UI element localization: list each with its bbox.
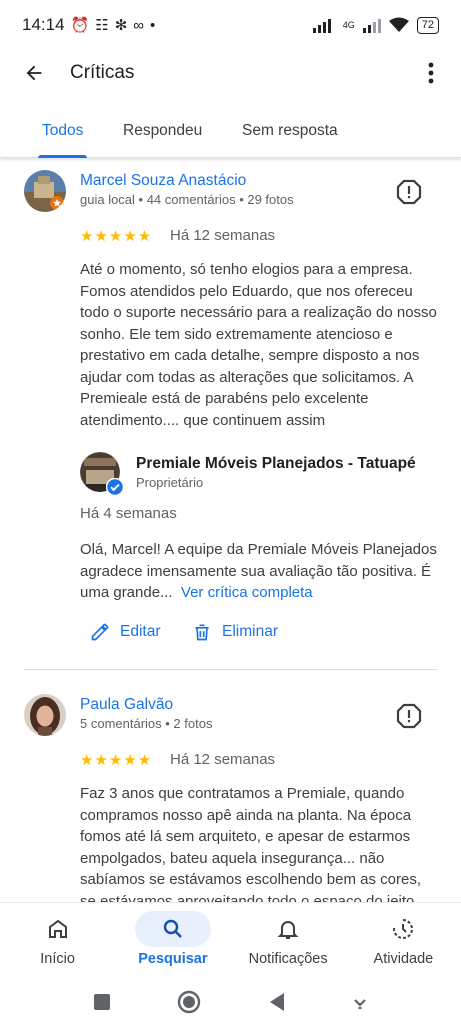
reviewer-name[interactable]: Paula Galvão: [80, 696, 173, 714]
search-icon: [163, 919, 182, 938]
edit-button[interactable]: Editar: [90, 622, 161, 642]
divider: [24, 669, 437, 670]
edit-label: Editar: [120, 623, 161, 640]
battery-icon: 72: [416, 16, 439, 34]
recents-button[interactable]: [93, 993, 111, 1011]
signal-icon-2: [362, 19, 381, 33]
verified-icon: [106, 478, 124, 496]
avatar[interactable]: [24, 170, 66, 212]
signal-icon: [312, 19, 331, 33]
reply-date: Há 4 semanas: [80, 505, 177, 522]
reply-text: Olá, Marcel! A equipe da Premiale Móveis…: [80, 539, 440, 604]
nav-label: Início: [40, 951, 75, 967]
more-vert-icon: [428, 62, 434, 84]
owner-avatar: [80, 452, 124, 496]
dot-icon: •: [149, 16, 156, 34]
reviews-list[interactable]: Marcel Souza Anastácio guia local • 44 c…: [0, 160, 461, 902]
status-bar: 14:14 ⏰ ☷ ✻ ∞ • 4G 72: [0, 0, 461, 50]
bottom-navigation: Início Pesquisar Notificações Atividade: [0, 902, 461, 980]
fan-icon: ✻: [114, 17, 128, 34]
review-text: Até o momento, só tenho elogios para a e…: [80, 261, 437, 429]
review-text: Faz 3 anos que contratamos a Premiale, q…: [80, 785, 422, 902]
tab-sem-resposta[interactable]: Sem resposta: [242, 104, 338, 158]
nav-inicio[interactable]: Início: [0, 903, 115, 980]
avatar-image: [24, 170, 66, 212]
nav-pesquisar[interactable]: Pesquisar: [115, 903, 230, 980]
delete-label: Eliminar: [222, 623, 278, 640]
review-date: Há 12 semanas: [170, 751, 276, 768]
report-button[interactable]: [396, 179, 424, 207]
star-rating: ★★★★★: [80, 752, 153, 769]
read-full-review-link[interactable]: Ver crítica completa: [181, 584, 313, 601]
nav-label: Notificações: [248, 951, 328, 967]
status-right: 4G 72: [312, 16, 439, 34]
app-bar: Críticas: [0, 50, 461, 96]
tab-todos[interactable]: Todos: [37, 104, 88, 158]
status-time: 14:14: [22, 15, 65, 34]
tab-bar: Todos Respondeu Sem resposta: [0, 104, 461, 158]
network-type: 4G: [342, 20, 355, 30]
nav-label: Pesquisar: [138, 951, 208, 967]
home-button[interactable]: [177, 990, 201, 1014]
arrow-back-icon: [26, 65, 42, 81]
reviewer-meta: guia local • 44 comentários • 29 fotos: [80, 192, 294, 207]
report-button[interactable]: [396, 703, 424, 731]
reviewer-name[interactable]: Marcel Souza Anastácio: [80, 172, 246, 190]
activity-icon: [393, 919, 414, 939]
bell-icon: [277, 921, 299, 939]
alarm-icon: ⏰: [70, 17, 90, 34]
reviewer-meta: 5 comentários • 2 fotos: [80, 716, 213, 731]
page-title: Críticas: [70, 62, 135, 83]
nav-icon-container: [250, 911, 326, 947]
delete-button[interactable]: Eliminar: [192, 622, 278, 642]
owner-name: Premiale Móveis Planejados - Tatuapé: [136, 455, 416, 472]
nav-icon-container: [134, 911, 211, 947]
pencil-icon: [91, 623, 109, 641]
report-icon: [396, 703, 422, 729]
avatar-image: [24, 694, 66, 736]
notes-icon: ☷: [95, 17, 109, 34]
more-options-button[interactable]: [419, 53, 443, 93]
avatar[interactable]: [24, 694, 66, 736]
trash-icon: [195, 624, 209, 641]
owner-role: Proprietário: [136, 475, 204, 490]
voicemail-icon: ∞: [133, 16, 144, 34]
back-nav-button[interactable]: [268, 992, 286, 1012]
nav-label: Atividade: [373, 951, 434, 967]
nav-notificacoes[interactable]: Notificações: [231, 903, 346, 980]
star-rating: ★★★★★: [80, 228, 153, 245]
review-date: Há 12 semanas: [170, 227, 276, 244]
home-icon: [48, 919, 67, 938]
status-notification-icons: ⏰ ☷ ✻ ∞ •: [70, 16, 156, 35]
nav-icon-container: [20, 911, 96, 947]
back-button[interactable]: [14, 53, 54, 93]
report-icon: [396, 179, 422, 205]
tab-respondeu[interactable]: Respondeu: [123, 104, 202, 158]
nav-atividade[interactable]: Atividade: [346, 903, 461, 980]
nav-icon-container: [365, 911, 441, 947]
keyboard-hide-button[interactable]: [352, 994, 368, 1010]
wifi-icon: [388, 17, 409, 32]
system-navigation: [0, 980, 461, 1024]
